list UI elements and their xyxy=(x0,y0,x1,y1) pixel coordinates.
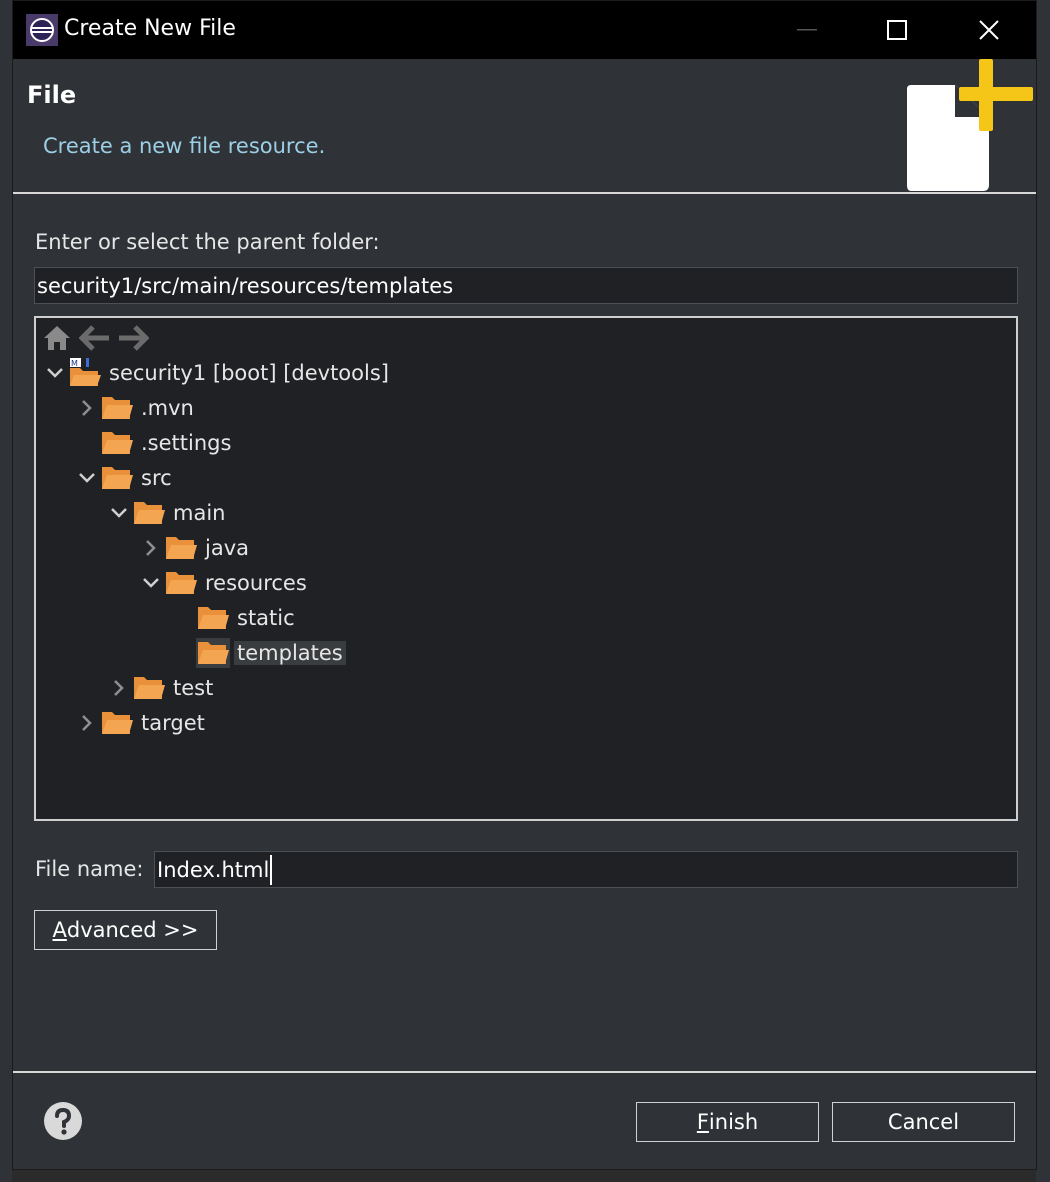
tree-toolbar xyxy=(40,322,150,354)
back-button[interactable] xyxy=(78,322,112,354)
eclipse-app-icon xyxy=(26,14,58,46)
folder-icon xyxy=(100,463,134,493)
tree-node-label: src xyxy=(141,466,172,490)
tree-node[interactable]: src xyxy=(74,461,175,495)
advanced-button[interactable]: Advanced >> xyxy=(34,910,217,950)
tree-node[interactable]: .mvn xyxy=(74,391,197,425)
file-name-label: File name: xyxy=(35,857,144,881)
minimize-button[interactable] xyxy=(761,1,853,59)
home-icon xyxy=(44,326,70,350)
tree-node[interactable]: templates xyxy=(170,636,346,670)
tree-node-label: java xyxy=(205,536,249,560)
tree-node[interactable]: java xyxy=(138,531,252,565)
home-button[interactable] xyxy=(40,322,74,354)
finish-mnemonic: F xyxy=(696,1110,709,1134)
chevron-right-icon[interactable] xyxy=(74,391,100,425)
new-file-wizard-icon xyxy=(907,59,1033,191)
tree-node-label: target xyxy=(141,711,205,735)
page-title: File xyxy=(27,81,77,109)
text-caret xyxy=(270,854,273,885)
minimize-icon xyxy=(797,29,817,31)
parent-folder-label: Enter or select the parent folder: xyxy=(35,230,380,254)
background-ide-left xyxy=(0,0,12,1182)
folder-icon xyxy=(100,428,134,458)
close-icon xyxy=(979,20,999,40)
page-description: Create a new file resource. xyxy=(43,134,326,158)
file-name-input[interactable]: Index.html xyxy=(154,851,1018,888)
folder-icon xyxy=(196,638,230,668)
maximize-button[interactable] xyxy=(851,1,943,59)
back-arrow-icon xyxy=(79,325,109,351)
cancel-label: Cancel xyxy=(887,1110,960,1134)
wizard-header: File Create a new file resource. xyxy=(13,59,1036,193)
file-name-value: Index.html xyxy=(157,857,270,882)
folder-icon xyxy=(164,533,198,563)
folder-icon xyxy=(100,708,134,738)
parent-folder-input[interactable]: security1/src/main/resources/templates xyxy=(34,267,1018,304)
tree-node-label: test xyxy=(173,676,214,700)
tree-node-label: static xyxy=(237,606,295,630)
tree-node-label: main xyxy=(173,501,226,525)
folder-icon xyxy=(132,498,166,528)
folder-tree[interactable]: Msecurity1 [boot] [devtools] .mvn .setting… xyxy=(34,316,1018,821)
tree-node[interactable]: main xyxy=(106,496,228,530)
chevron-right-icon[interactable] xyxy=(138,531,164,565)
finish-button[interactable]: Finish xyxy=(636,1102,819,1142)
chevron-right-icon[interactable] xyxy=(106,671,132,705)
tree-node[interactable]: Msecurity1 [boot] [devtools] xyxy=(42,356,392,390)
advanced-label: dvanced >> xyxy=(66,918,199,942)
maven-project-folder-icon: M xyxy=(68,358,102,388)
title-bar: Create New File xyxy=(13,1,1036,59)
footer-divider xyxy=(13,1071,1036,1073)
chevron-down-icon[interactable] xyxy=(138,566,164,600)
window-title: Create New File xyxy=(64,16,236,41)
chevron-down-icon[interactable] xyxy=(42,356,68,390)
chevron-down-icon[interactable] xyxy=(106,496,132,530)
tree-node-label: security1 [boot] [devtools] xyxy=(109,361,389,385)
folder-icon xyxy=(100,393,134,423)
advanced-mnemonic: A xyxy=(52,918,67,942)
finish-label: inish xyxy=(708,1110,759,1134)
tree-node-label: templates xyxy=(234,641,346,665)
forward-button[interactable] xyxy=(116,322,150,354)
svg-text:M: M xyxy=(71,359,78,368)
header-divider xyxy=(13,192,1036,194)
tree-node-label: .mvn xyxy=(141,396,194,420)
maximize-icon xyxy=(887,20,907,40)
tree-node-label: .settings xyxy=(141,431,232,455)
forward-arrow-icon xyxy=(119,325,149,351)
chevron-down-icon[interactable] xyxy=(74,461,100,495)
cancel-button[interactable]: Cancel xyxy=(832,1102,1015,1142)
create-new-file-dialog: Create New File File Create a new file r… xyxy=(12,0,1037,1170)
close-button[interactable] xyxy=(943,1,1035,59)
help-icon[interactable] xyxy=(43,1101,83,1141)
tree-node[interactable]: test xyxy=(106,671,216,705)
tree-node-label: resources xyxy=(205,571,307,595)
folder-icon xyxy=(132,673,166,703)
tree-node[interactable]: static xyxy=(170,601,298,635)
tree-node[interactable]: resources xyxy=(138,566,310,600)
folder-icon xyxy=(196,603,230,633)
background-ide-right xyxy=(1036,0,1050,1182)
tree-node[interactable]: target xyxy=(74,706,208,740)
folder-icon xyxy=(164,568,198,598)
tree-node[interactable]: .settings xyxy=(74,426,234,460)
chevron-right-icon[interactable] xyxy=(74,706,100,740)
